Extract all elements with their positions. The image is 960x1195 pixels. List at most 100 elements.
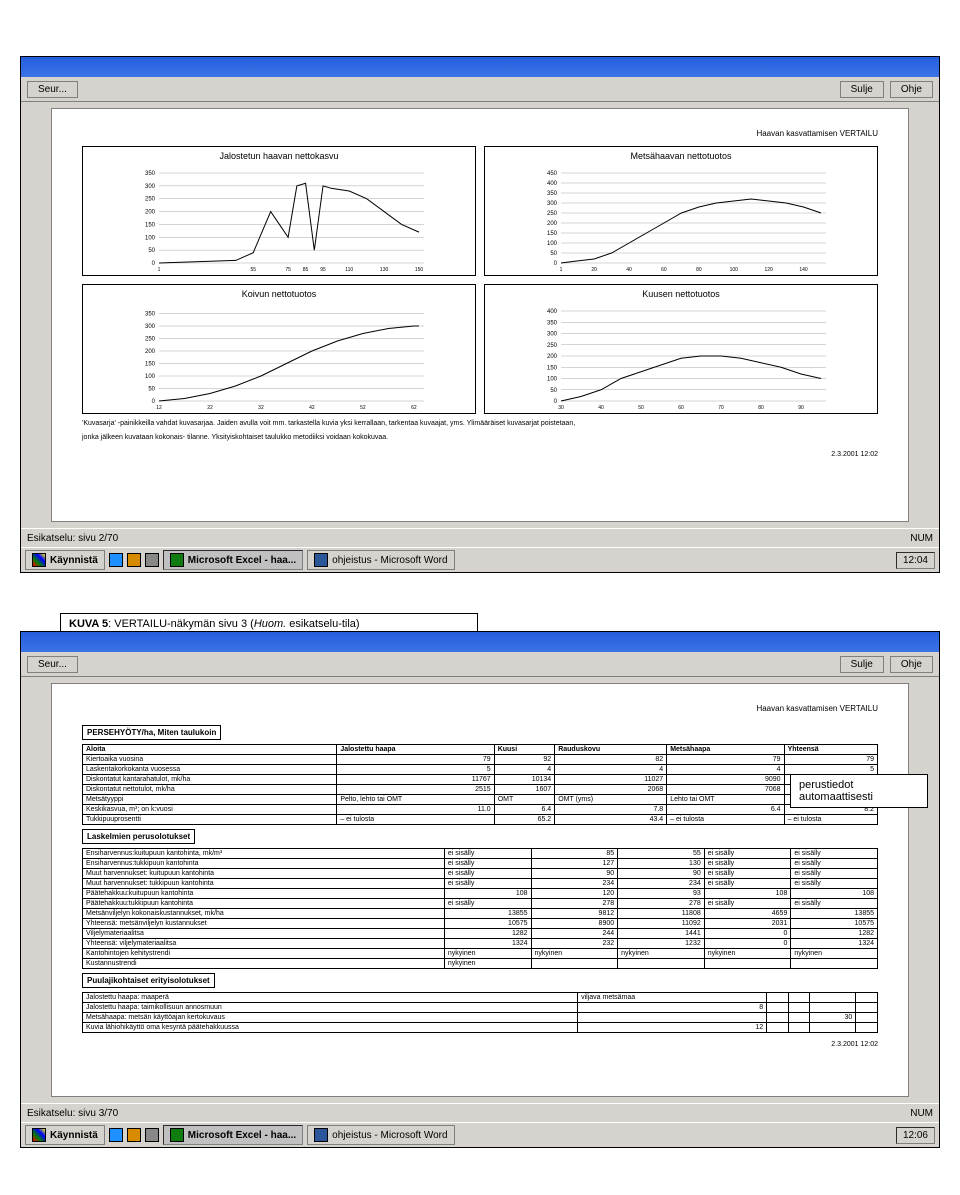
table-cell: nykyinen: [444, 959, 531, 969]
table-row: Kustannustrendinykyinen: [83, 959, 878, 969]
table-cell: – ei tulosta: [337, 815, 494, 825]
footnote2: jonka jälkeen kuvataan kokonais- tilanne…: [82, 434, 878, 442]
svg-text:350: 350: [145, 171, 156, 177]
table-cell: nykyinen: [444, 949, 531, 959]
status-left: Esikatselu: sivu 2/70: [27, 533, 118, 544]
table-cell: 278: [531, 899, 618, 909]
table-cell: 8900: [531, 919, 618, 929]
table-cell: 2068: [555, 785, 667, 795]
svg-text:200: 200: [547, 221, 558, 227]
table-cell: Kustannustrendi: [83, 959, 445, 969]
table-cell: Yhteensä: metsänviljelyn kustannukset: [83, 919, 445, 929]
desktop-icon[interactable]: [145, 553, 159, 567]
task-word[interactable]: ohjeistus - Microsoft Word: [307, 550, 454, 570]
table-cell: Pelto, lehto tai OMT: [337, 795, 494, 805]
table-cell: 278: [618, 899, 705, 909]
table-header-cell: Metsähaapa: [667, 745, 784, 755]
table-row: Yhteensä: viljelymateriaalitsa1324232123…: [83, 939, 878, 949]
ohje-button-2[interactable]: Ohje: [890, 656, 933, 673]
table-row: Päätehakkuu:tukkipuun kantohintaei sisäl…: [83, 899, 878, 909]
kuva5-label: KUVA 5: [69, 618, 108, 630]
toolbar: Seur... Sulje Ohje: [21, 77, 939, 102]
svg-text:150: 150: [145, 362, 156, 368]
table-cell: ei sisälly: [791, 869, 878, 879]
table-row: Jalostettu haapa: maaperäviljava metsäma…: [83, 993, 878, 1003]
table-cell: [810, 1023, 856, 1033]
table-cell: 108: [444, 889, 531, 899]
table-cell: ei sisälly: [444, 879, 531, 889]
table-cell: 6.4: [494, 805, 554, 815]
chart-area: 050100150200250300350155758595110130150: [87, 163, 471, 273]
svg-text:200: 200: [547, 354, 558, 360]
table-cell: 82: [555, 755, 667, 765]
table-cell: 2515: [337, 785, 494, 795]
outlook-icon-2[interactable]: [127, 1128, 141, 1142]
table-cell: [810, 1003, 856, 1013]
table-cell: Kuvia lähiohikäyttö oma kesyntä päätehak…: [83, 1023, 578, 1033]
task-excel[interactable]: Microsoft Excel - haa...: [163, 550, 303, 570]
svg-text:300: 300: [547, 201, 558, 207]
kuva5-post: esikatselu-tila): [286, 618, 359, 630]
page-header-2: Haavan kasvattamisen VERTAILU: [82, 704, 878, 713]
outlook-icon[interactable]: [127, 553, 141, 567]
table-cell: 1282: [791, 929, 878, 939]
table-cell: ei sisälly: [704, 849, 791, 859]
table-cell: [788, 993, 810, 1003]
chart-3: Kuusen nettotuotos0501001502002503003504…: [484, 284, 878, 414]
table-cell: 11092: [618, 919, 705, 929]
table-cell: 9090: [667, 775, 784, 785]
start-button[interactable]: Käynnistä: [25, 550, 105, 570]
table-cell: [704, 959, 791, 969]
table-cell: Diskontatut kantarahatulot, mk/ha: [83, 775, 337, 785]
svg-text:400: 400: [547, 309, 558, 315]
table-cell: Kiertoaika vuosina: [83, 755, 337, 765]
table-row: Päätehakkuu:kuitupuun kantohinta10812093…: [83, 889, 878, 899]
svg-text:50: 50: [148, 387, 155, 393]
table-cell: 6.4: [667, 805, 784, 815]
task-word-2[interactable]: ohjeistus - Microsoft Word: [307, 1125, 454, 1145]
table-cell: 120: [531, 889, 618, 899]
table-cell: 1282: [444, 929, 531, 939]
table-cell: 90: [531, 869, 618, 879]
table-cell: ei sisälly: [791, 899, 878, 909]
page-date-2: 2.3.2001 12:02: [82, 1041, 878, 1048]
windows-icon-2: [32, 1128, 46, 1142]
screenshot-1: Seur... Sulje Ohje Haavan kasvattamisen …: [20, 56, 940, 573]
table-cell: [856, 1003, 878, 1013]
table-cell: 30: [810, 1013, 856, 1023]
ohje-button[interactable]: Ohje: [890, 81, 933, 98]
table-cell: 79: [667, 755, 784, 765]
table-cell: 1607: [494, 785, 554, 795]
ie-icon-2[interactable]: [109, 1128, 123, 1142]
seur-button[interactable]: Seur...: [27, 81, 78, 98]
table-cell: Metsänviljelyn kokonaiskustannukset, mk/…: [83, 909, 445, 919]
svg-text:0: 0: [152, 261, 156, 267]
callout-autodata-low: perustiedot automaattisesti: [790, 774, 928, 808]
ie-icon[interactable]: [109, 553, 123, 567]
svg-text:32: 32: [258, 405, 264, 411]
task-word-label-2: ohjeistus - Microsoft Word: [332, 1130, 447, 1141]
chart-1: Metsähaavan nettotuotos05010015020025030…: [484, 146, 878, 276]
table-cell: 244: [531, 929, 618, 939]
table-row: Ensiharvennus:kuitupuun kantohinta, mk/m…: [83, 849, 878, 859]
assumptions-table: Ensiharvennus:kuitupuun kantohinta, mk/m…: [82, 848, 878, 969]
table-cell: Ensiharvennus:tukkipuun kantohinta: [83, 859, 445, 869]
sulje-button[interactable]: Sulje: [840, 81, 884, 98]
table-row: Diskontatut nettotulot, mk/ha25151607206…: [83, 785, 878, 795]
table-cell: 8: [578, 1003, 767, 1013]
desktop-icon-2[interactable]: [145, 1128, 159, 1142]
table-cell: nykyinen: [791, 949, 878, 959]
windows-icon: [32, 553, 46, 567]
table-cell: – ei tulosta: [667, 815, 784, 825]
table-cell: viljava metsämaa: [578, 993, 767, 1003]
svg-text:300: 300: [547, 332, 558, 338]
svg-text:55: 55: [250, 267, 256, 273]
start-button-2[interactable]: Käynnistä: [25, 1125, 105, 1145]
sulje-button-2[interactable]: Sulje: [840, 656, 884, 673]
svg-text:130: 130: [380, 267, 389, 273]
task-excel-2[interactable]: Microsoft Excel - haa...: [163, 1125, 303, 1145]
svg-text:1: 1: [158, 267, 161, 273]
seur-button-2[interactable]: Seur...: [27, 656, 78, 673]
status-right-2: NUM: [910, 1108, 933, 1119]
table-cell: 85: [531, 849, 618, 859]
